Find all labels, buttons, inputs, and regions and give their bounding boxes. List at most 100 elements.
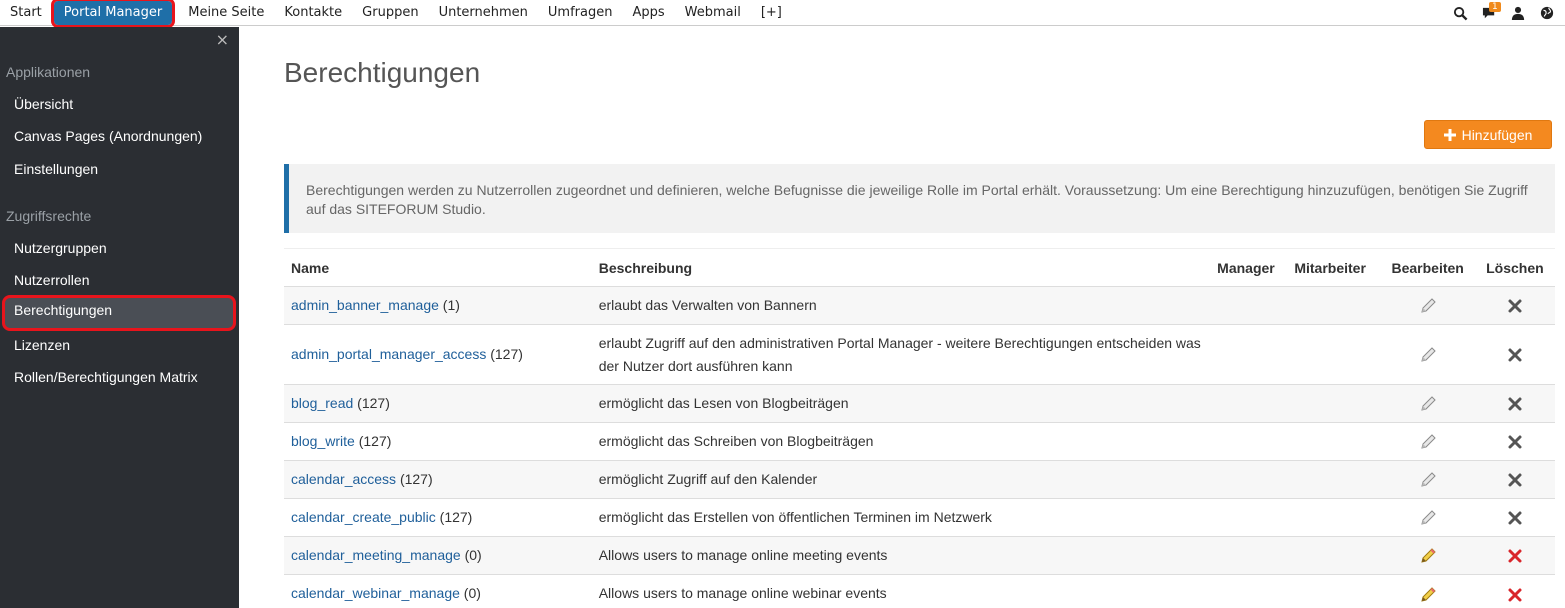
delete-x-icon[interactable]	[1506, 509, 1524, 527]
delete-x-icon[interactable]	[1506, 297, 1524, 315]
permission-name-link[interactable]: calendar_create_public	[291, 509, 436, 525]
permission-description: erlaubt Zugriff auf den administrativen …	[591, 324, 1211, 385]
delete-x-icon[interactable]	[1506, 395, 1524, 413]
close-sidebar-icon[interactable]: ×	[216, 30, 229, 49]
delete-x-icon[interactable]	[1506, 433, 1524, 451]
nav-meine-seite[interactable]: Meine Seite	[178, 0, 274, 26]
edit-pencil-icon[interactable]	[1419, 433, 1437, 451]
nav-apps[interactable]: Apps	[622, 0, 674, 26]
permission-count: (127)	[486, 346, 523, 362]
info-box: Berechtigungen werden zu Nutzerrollen zu…	[284, 164, 1555, 233]
page-title: Berechtigungen	[284, 57, 481, 88]
manager-cell	[1210, 574, 1288, 608]
nav-gruppen[interactable]: Gruppen	[352, 0, 428, 26]
column-header-beschreibung: Beschreibung	[591, 248, 1211, 287]
permission-description: ermöglicht Zugriff auf den Kalender	[591, 460, 1211, 499]
add-button[interactable]: Hinzufügen	[1424, 120, 1552, 149]
nav-webmail[interactable]: Webmail	[675, 0, 751, 26]
permission-count: (0)	[459, 585, 481, 602]
edit-pencil-icon[interactable]	[1419, 471, 1437, 489]
nav-start[interactable]: Start	[0, 0, 52, 26]
table-row: admin_banner_manage (1) erlaubt das Verwa…	[284, 286, 1555, 325]
table-row: admin_portal_manager_access (127) erlaubt…	[284, 324, 1555, 385]
permission-name-link[interactable]: calendar_meeting_manage	[291, 547, 461, 563]
permission-name-link[interactable]: admin_portal_manager_access	[291, 346, 486, 362]
manager-cell	[1210, 498, 1288, 537]
column-header-name[interactable]: Name	[284, 248, 592, 287]
edit-cell	[1380, 536, 1475, 575]
manager-cell	[1210, 536, 1288, 575]
nav-unternehmen[interactable]: Unternehmen	[429, 0, 538, 26]
permission-count: (127)	[354, 433, 392, 449]
globe-icon[interactable]	[1539, 5, 1555, 21]
permission-name-cell: blog_write (127)	[284, 422, 592, 461]
edit-pencil-icon[interactable]	[1419, 395, 1437, 413]
delete-x-icon[interactable]	[1506, 346, 1524, 364]
sidebar-item-nutzerrollen[interactable]: Nutzerrollen	[0, 265, 239, 295]
permission-name-link[interactable]: blog_write	[291, 433, 355, 449]
permission-count: (127)	[353, 395, 390, 411]
main-content: Berechtigungen Hinzufügen Berechtigungen…	[239, 27, 1565, 608]
permission-description: ermöglicht das Erstellen von öffentliche…	[591, 498, 1211, 537]
messages-icon[interactable]: 1	[1481, 2, 1501, 21]
sidebar-item-rollen-matrix[interactable]: Rollen/Berechtigungen Matrix	[0, 362, 239, 392]
permission-name-link[interactable]: admin_banner_manage	[291, 297, 439, 313]
sidebar-item-nutzergruppen[interactable]: Nutzergruppen	[0, 233, 239, 263]
plus-icon	[1443, 128, 1456, 141]
delete-x-icon[interactable]	[1506, 586, 1524, 604]
delete-x-icon[interactable]	[1506, 471, 1524, 489]
permission-count: (0)	[460, 547, 482, 563]
permission-name-cell: admin_portal_manager_access (127)	[284, 324, 592, 385]
edit-cell	[1380, 422, 1475, 461]
manager-cell	[1210, 384, 1288, 423]
sidebar-item-lizenzen[interactable]: Lizenzen	[0, 330, 239, 360]
manager-cell	[1210, 422, 1288, 461]
column-header-bearbeiten: Bearbeiten	[1380, 248, 1475, 287]
permission-name-cell: blog_read (127)	[284, 384, 592, 423]
permission-description: Allows users to manage online webinar ev…	[591, 574, 1211, 608]
permission-count: (1)	[438, 297, 460, 313]
top-navigation: Start Portal Manager Meine Seite Kontakt…	[0, 0, 1565, 28]
delete-x-icon[interactable]	[1506, 547, 1524, 565]
delete-cell	[1474, 498, 1555, 537]
edit-cell	[1380, 498, 1475, 537]
permission-count: (127)	[396, 471, 433, 487]
delete-cell	[1474, 574, 1555, 608]
sidebar-item-berechtigungen[interactable]: Berechtigungen	[2, 295, 236, 331]
sidebar-item-einstellungen[interactable]: Einstellungen	[0, 154, 239, 184]
permission-name-link[interactable]: calendar_access	[291, 471, 396, 487]
delete-cell	[1474, 286, 1555, 325]
permission-description: erlaubt das Verwalten von Bannern	[591, 286, 1211, 325]
edit-cell	[1380, 384, 1475, 423]
sidebar-item-canvas-pages[interactable]: Canvas Pages (Anordnungen)	[0, 121, 239, 151]
permission-name-link[interactable]: calendar_webinar_manage	[291, 585, 460, 601]
edit-pencil-icon[interactable]	[1419, 509, 1437, 527]
user-icon[interactable]	[1510, 5, 1526, 21]
column-header-mitarbeiter: Mitarbeiter	[1287, 248, 1381, 287]
edit-pencil-icon[interactable]	[1419, 297, 1437, 315]
mitarbeiter-cell	[1287, 498, 1381, 537]
edit-pencil-icon[interactable]	[1419, 586, 1437, 604]
notification-badge: 1	[1489, 2, 1501, 12]
delete-cell	[1474, 536, 1555, 575]
sidebar-heading-applikationen: Applikationen	[6, 64, 91, 80]
permission-name-cell: calendar_create_public (127)	[284, 498, 592, 537]
mitarbeiter-cell	[1287, 422, 1381, 461]
nav-umfragen[interactable]: Umfragen	[538, 0, 623, 26]
permissions-table: Name Beschreibung Manager Mitarbeiter Be…	[284, 248, 1555, 608]
manager-cell	[1210, 324, 1288, 385]
nav-kontakte[interactable]: Kontakte	[274, 0, 352, 26]
permission-name-link[interactable]: blog_read	[291, 395, 353, 411]
edit-pencil-icon[interactable]	[1419, 346, 1437, 364]
sidebar-item-uebersicht[interactable]: Übersicht	[0, 89, 239, 119]
nav-portal-manager[interactable]: Portal Manager	[50, 0, 176, 28]
manager-cell	[1210, 286, 1288, 325]
search-icon[interactable]	[1452, 5, 1468, 21]
table-row: calendar_access (127) ermöglicht Zugriff …	[284, 460, 1555, 499]
permission-name-cell: calendar_access (127)	[284, 460, 592, 499]
permission-name-cell: admin_banner_manage (1)	[284, 286, 592, 325]
delete-cell	[1474, 384, 1555, 423]
mitarbeiter-cell	[1287, 536, 1381, 575]
nav-more[interactable]: [+]	[751, 0, 792, 26]
edit-pencil-icon[interactable]	[1419, 547, 1437, 565]
